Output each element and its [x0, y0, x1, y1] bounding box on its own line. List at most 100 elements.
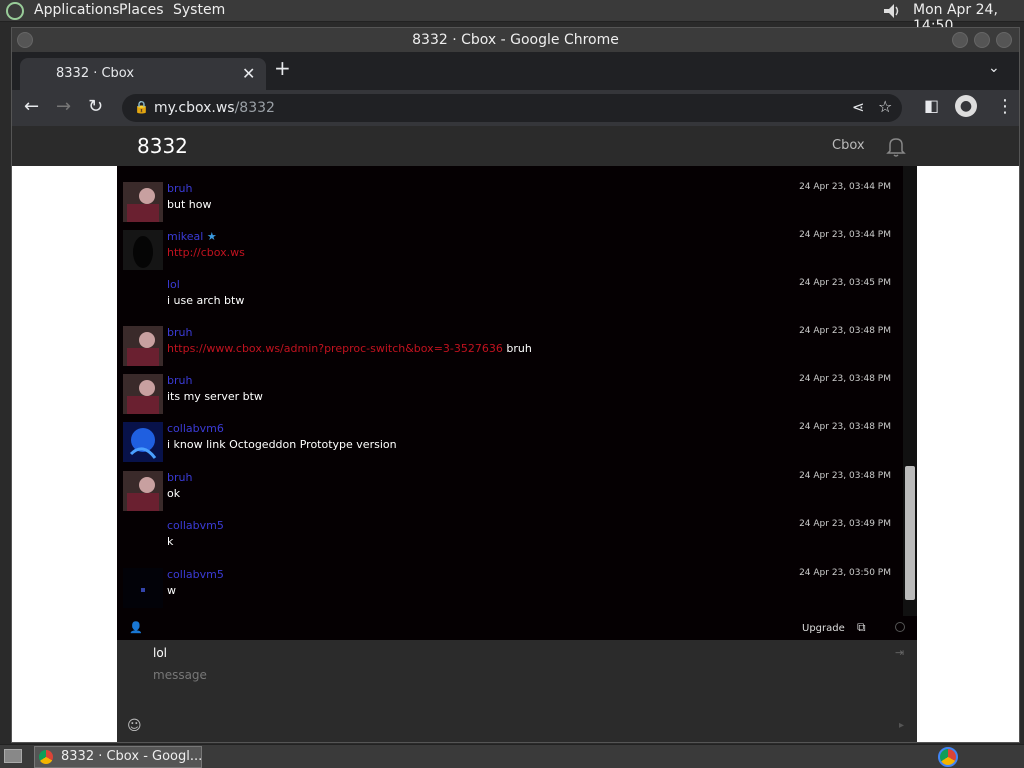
side-panel-icon[interactable]: ◧	[924, 96, 939, 115]
window-menu-button[interactable]	[17, 32, 33, 48]
avatar[interactable]	[123, 326, 163, 366]
avatar[interactable]	[123, 374, 163, 414]
window-titlebar[interactable]: 8332 · Cbox - Google Chrome	[12, 28, 1019, 52]
list-item: bruh but how 24 Apr 23, 03:44 PM	[117, 180, 903, 228]
tab-close-icon[interactable]: ✕	[242, 64, 255, 83]
bookmark-star-icon[interactable]: ☆	[878, 97, 892, 116]
cbox-link[interactable]: Cbox	[832, 138, 865, 153]
message-text: http://cbox.ws	[167, 246, 245, 259]
message-timestamp: 24 Apr 23, 03:48 PM	[799, 326, 891, 336]
list-item: bruh its my server btw 24 Apr 23, 03:48 …	[117, 372, 903, 420]
address-bar[interactable]: 🔒 my.cbox.ws/8332 ⋖ ☆	[122, 94, 902, 122]
avatar[interactable]	[123, 182, 163, 222]
send-arrow-icon[interactable]: ▸	[899, 720, 904, 731]
minimize-button[interactable]	[952, 32, 968, 48]
message-username[interactable]: collabvm6	[167, 422, 224, 435]
message-text: i know link Octogeddon Prototype version	[167, 438, 397, 451]
url-text: my.cbox.ws/8332	[154, 100, 275, 116]
taskbar-item-chrome[interactable]: 8332 · Cbox - Googl...	[34, 746, 202, 768]
message-text: w	[167, 584, 176, 597]
message-text: ok	[167, 487, 181, 500]
distro-logo-icon[interactable]	[6, 2, 24, 20]
avatar[interactable]	[123, 422, 163, 462]
forward-icon[interactable]: →	[56, 96, 71, 117]
message-username[interactable]: collabvm5	[167, 519, 224, 532]
message-timestamp: 24 Apr 23, 03:44 PM	[799, 182, 891, 192]
avatar[interactable]	[123, 568, 163, 608]
message-username[interactable]: bruh	[167, 374, 192, 387]
message-text: but how	[167, 198, 212, 211]
room-title: 8332	[137, 134, 188, 158]
lock-icon[interactable]: 🔒	[134, 100, 149, 114]
site-header: 8332 Cbox	[12, 126, 1019, 166]
message-timestamp: 24 Apr 23, 03:48 PM	[799, 471, 891, 481]
list-item: collabvm5 w 24 Apr 23, 03:50 PM	[117, 566, 903, 614]
message-input[interactable]: message	[153, 668, 207, 682]
name-field[interactable]: lol	[153, 646, 167, 660]
sign-in-icon[interactable]: ⇥	[895, 646, 904, 659]
browser-window: 8332 · Cbox - Google Chrome 8332 · Cbox …	[11, 27, 1020, 743]
message-link[interactable]: https://www.cbox.ws/admin?preproc-switch…	[167, 342, 503, 355]
message-text: i use arch btw	[167, 294, 245, 307]
chrome-icon	[39, 750, 53, 764]
message-username[interactable]: lol	[167, 278, 180, 291]
message-username[interactable]: bruh	[167, 182, 192, 195]
message-text: its my server btw	[167, 390, 263, 403]
bottom-taskbar: 8332 · Cbox - Googl...	[0, 744, 1024, 768]
maximize-button[interactable]	[974, 32, 990, 48]
back-icon[interactable]: ←	[24, 96, 39, 117]
user-icon[interactable]: 👤	[129, 621, 143, 634]
list-item: collabvm6 i know link Octogeddon Prototy…	[117, 420, 903, 468]
star-icon: ★	[206, 230, 217, 243]
close-window-button[interactable]	[996, 32, 1012, 48]
list-item: bruh https://www.cbox.ws/admin?preproc-s…	[117, 324, 903, 372]
system-menu[interactable]: System	[173, 2, 225, 18]
tab-strip: 8332 · Cbox ✕ + ⌄	[12, 52, 1019, 90]
list-item: lol i use arch btw 24 Apr 23, 03:45 PM	[117, 276, 903, 324]
list-item: collabvm5 k 24 Apr 23, 03:49 PM	[117, 517, 903, 565]
top-panel: Applications Places System Mon Apr 24, 1…	[0, 0, 1024, 34]
tab-title: 8332 · Cbox	[56, 66, 135, 81]
reload-icon[interactable]: ↻	[88, 96, 103, 117]
window-title: 8332 · Cbox - Google Chrome	[412, 32, 619, 48]
taskbar-item-label: 8332 · Cbox - Googl...	[61, 749, 203, 764]
more-menu-icon[interactable]: ⋮	[996, 96, 1014, 117]
message-username[interactable]: mikeal ★	[167, 230, 217, 243]
applications-menu[interactable]: Applications	[34, 2, 120, 18]
message-text: k	[167, 535, 174, 548]
chat-footer: 👤 Upgrade ⧉	[117, 616, 917, 640]
message-list[interactable]: bruh but how 24 Apr 23, 03:44 PM mikeal …	[117, 166, 903, 616]
message-link[interactable]: http://cbox.ws	[167, 246, 245, 259]
show-desktop-icon[interactable]	[4, 749, 22, 763]
message-timestamp: 24 Apr 23, 03:48 PM	[799, 422, 891, 432]
message-text: https://www.cbox.ws/admin?preproc-switch…	[167, 342, 532, 355]
chat-scrollbar[interactable]	[903, 166, 917, 616]
emoji-icon[interactable]: ☺	[127, 718, 142, 734]
tray-chrome-icon[interactable]	[938, 747, 958, 767]
message-username[interactable]: bruh	[167, 471, 192, 484]
status-indicator-icon	[895, 622, 905, 632]
upgrade-link[interactable]: Upgrade	[802, 623, 845, 634]
places-menu[interactable]: Places	[119, 2, 164, 18]
notification-bell-icon[interactable]	[884, 134, 908, 158]
volume-icon[interactable]	[880, 2, 902, 20]
message-timestamp: 24 Apr 23, 03:44 PM	[799, 230, 891, 240]
avatar[interactable]	[123, 471, 163, 511]
browser-toolbar: ← → ↻ 🔒 my.cbox.ws/8332 ⋖ ☆ ◧ ● ⋮	[12, 90, 1019, 126]
message-username[interactable]: bruh	[167, 326, 192, 339]
message-timestamp: 24 Apr 23, 03:49 PM	[799, 519, 891, 529]
tab-active[interactable]: 8332 · Cbox ✕	[20, 58, 266, 90]
scrollbar-thumb[interactable]	[905, 466, 915, 600]
chat-box: bruh but how 24 Apr 23, 03:44 PM mikeal …	[117, 166, 917, 742]
list-item: bruh ok 24 Apr 23, 03:48 PM	[117, 469, 903, 517]
share-icon[interactable]: ⋖	[852, 98, 865, 116]
new-tab-icon[interactable]: +	[274, 56, 291, 80]
profile-avatar-icon[interactable]: ●	[955, 95, 977, 117]
tab-search-chevron-icon[interactable]: ⌄	[988, 60, 1000, 76]
page-content: 8332 Cbox bruh but how 24 Apr 23, 03:44 …	[12, 126, 1019, 742]
message-username[interactable]: collabvm5	[167, 568, 224, 581]
avatar[interactable]	[123, 230, 163, 270]
list-item: mikeal ★ http://cbox.ws 24 Apr 23, 03:44…	[117, 228, 903, 276]
message-timestamp: 24 Apr 23, 03:50 PM	[799, 568, 891, 578]
popout-icon[interactable]: ⧉	[857, 620, 866, 635]
